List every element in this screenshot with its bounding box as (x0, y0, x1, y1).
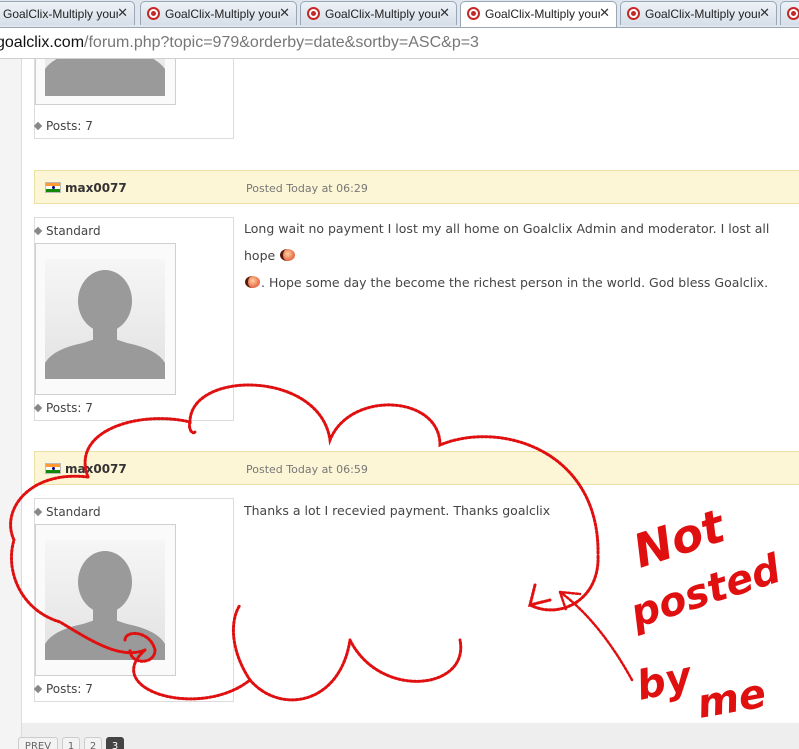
annotation-line-3: by (633, 653, 698, 710)
not-posted-by-me-text: Not posted by me (624, 498, 787, 728)
handwritten-annotation: Not posted by me (9, 383, 787, 728)
red-cloud-scribble (9, 383, 600, 702)
annotation-line-4: me (694, 671, 770, 728)
